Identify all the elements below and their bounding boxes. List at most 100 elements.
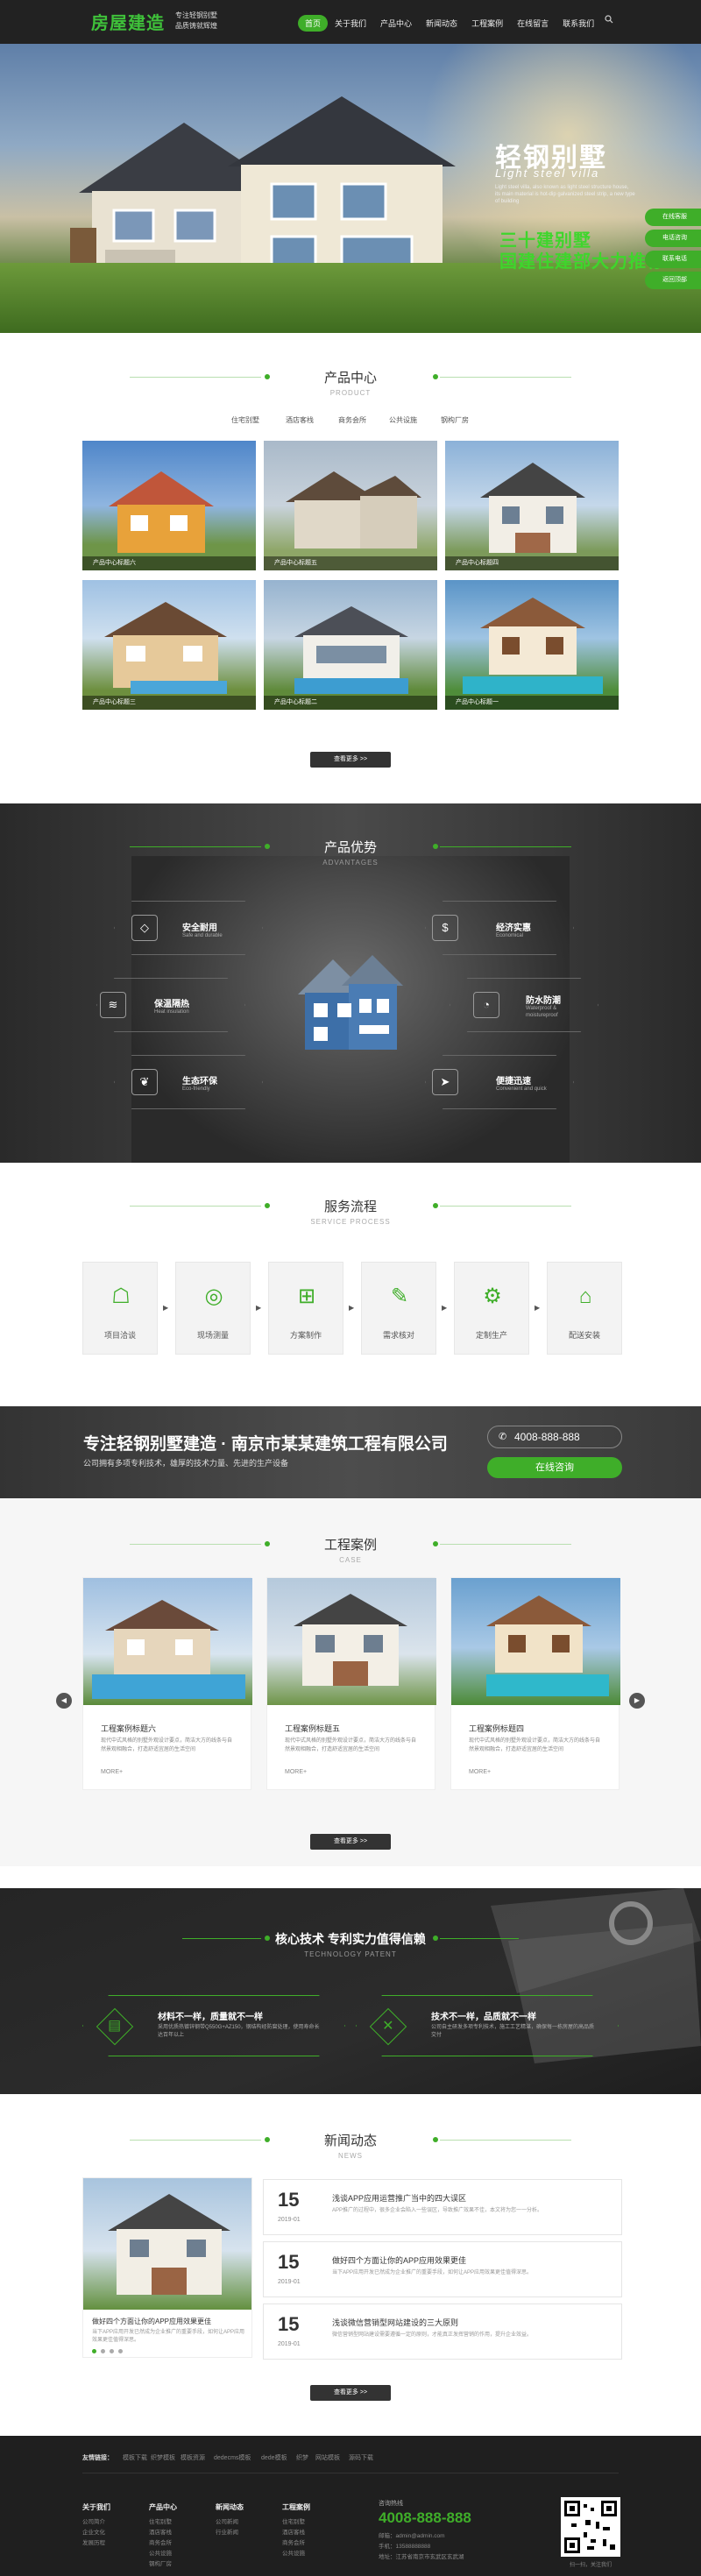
footer-col-title[interactable]: 关于我们 <box>82 2502 110 2512</box>
hero-banner: 轻钢别墅 Light steel villa Light steel villa… <box>0 44 701 333</box>
footer-link[interactable]: 钢构厂房 <box>149 2558 172 2567</box>
case-card[interactable]: 工程案例标题五 现代中式风格的别墅外观设计要点，简洁大方的线条与自然景观相融合，… <box>266 1577 436 1790</box>
footer-link[interactable]: 公司新闻 <box>216 2516 238 2525</box>
friend-link[interactable]: 网站模板 <box>315 2453 340 2462</box>
case-more-link[interactable]: MORE+ <box>101 1769 123 1775</box>
nav-news[interactable]: 新闻动态 <box>419 15 464 32</box>
nav-cases[interactable]: 工程案例 <box>464 15 510 32</box>
patent-title: 技术不一样，品质就不一样 <box>431 2013 536 2022</box>
slide-dot[interactable] <box>92 2349 96 2353</box>
case-card[interactable]: 工程案例标题四 现代中式风格的别墅外观设计要点，简洁大方的线条与自然景观相融合，… <box>450 1577 620 1790</box>
float-service[interactable]: 在线客服 <box>645 209 701 226</box>
hero-lawn <box>0 263 701 333</box>
friend-link[interactable]: 织梦 <box>296 2453 308 2462</box>
product-card[interactable]: 产品中心标题六 <box>82 441 256 570</box>
friend-link[interactable]: dede模板 <box>261 2453 287 2462</box>
product-caption: 产品中心标题二 <box>264 696 437 710</box>
carousel-next-icon[interactable]: ▶ <box>629 1693 645 1709</box>
footer-link[interactable]: 公共设施 <box>282 2548 305 2557</box>
product-card[interactable]: 产品中心标题二 <box>264 580 437 710</box>
float-phone[interactable]: 联系电话 <box>645 251 701 268</box>
slide-dot[interactable] <box>101 2349 105 2353</box>
news-desc: 当下APP应用开发已然成为企业推广的重要手段，如何让APP应用效果更佳值得深思。 <box>332 2270 533 2275</box>
footer-col-title[interactable]: 产品中心 <box>149 2502 177 2512</box>
consult-button[interactable]: 在线咨询 <box>487 1457 622 1478</box>
advantage-sub: Convenient and quick <box>496 1086 547 1092</box>
float-back-top[interactable]: 返回顶部 <box>645 272 701 289</box>
footer-link[interactable]: 行业新闻 <box>216 2527 238 2536</box>
arrow-right-icon: ▶ <box>442 1304 448 1312</box>
featured-news-image <box>83 2178 251 2310</box>
arrow-right-icon: ▶ <box>349 1304 355 1312</box>
advantage-sub: Heat insulation <box>154 1009 189 1015</box>
product-card[interactable]: 产品中心标题四 <box>445 441 619 570</box>
product-image <box>109 471 214 553</box>
friend-link[interactable]: 模板下载 <box>123 2453 147 2462</box>
news-item[interactable]: 15 2019-01 浅谈微信营销型网站建设的三大原则 微信营销型网站建设需要遵… <box>263 2304 622 2360</box>
checklist-icon: ✎ <box>390 1284 409 1308</box>
nav-contact[interactable]: 联系我们 <box>556 15 601 32</box>
footer-col-title[interactable]: 新闻动态 <box>216 2502 244 2512</box>
news-more-button[interactable]: 查看更多 >> <box>310 2385 391 2401</box>
case-more-link[interactable]: MORE+ <box>469 1769 491 1775</box>
case-desc: 现代中式风格的别墅外观设计要点，简洁大方的线条与自然景观相融合，打造舒适宜居的生… <box>101 1738 233 1752</box>
tab-factory[interactable]: 钢构厂房 <box>441 415 469 425</box>
service-step-label: 定制生产 <box>475 1331 507 1340</box>
case-more-link[interactable]: MORE+ <box>285 1769 307 1775</box>
footer-link[interactable]: 商务会所 <box>149 2537 172 2546</box>
logo[interactable]: 房屋建造 <box>91 9 165 34</box>
section-subtitle-patent: TECHNOLOGY PATENT <box>304 1950 397 1958</box>
contact-banner: 专注轻钢别墅建造 · 南京市某某建筑工程有限公司 公司拥有多项专利技术，雄厚的技… <box>0 1406 701 1498</box>
nav-home[interactable]: 首页 <box>298 15 329 32</box>
footer-link[interactable]: 住宅别墅 <box>282 2516 305 2525</box>
search-icon[interactable] <box>605 15 617 27</box>
footer-link[interactable]: 公司简介 <box>82 2516 105 2525</box>
featured-news[interactable]: 做好四个方面让你的APP应用效果更佳 当下APP应用开发已然成为企业推广的重要手… <box>82 2177 252 2358</box>
case-title: 工程案例标题五 <box>285 1724 341 1733</box>
case-card[interactable]: 工程案例标题六 现代中式风格的别墅外观设计要点，简洁大方的线条与自然景观相融合，… <box>82 1577 252 1790</box>
service-step-label: 项目洽谈 <box>103 1331 136 1340</box>
friend-link[interactable]: 源码下载 <box>349 2453 373 2462</box>
service-step: ◎ 现场测量 <box>175 1262 251 1355</box>
news-item[interactable]: 15 2019-01 浅谈APP应用运营推广当中的四大误区 APP推广的过程中，… <box>263 2179 622 2235</box>
friend-link[interactable]: 织梦模板 <box>151 2453 175 2462</box>
tab-club[interactable]: 商务会所 <box>338 415 366 425</box>
tab-hotel[interactable]: 酒店客栈 <box>286 415 314 425</box>
footer-link[interactable]: 公共设施 <box>149 2548 172 2557</box>
advantage-title: 安全耐用 <box>182 924 217 933</box>
paper-plane-icon: ➤ <box>432 1069 458 1095</box>
product-card[interactable]: 产品中心标题一 <box>445 580 619 710</box>
float-phone-consult[interactable]: 电话咨询 <box>645 230 701 247</box>
tab-residential[interactable]: 住宅别墅 <box>231 415 259 425</box>
footer-col-title[interactable]: 工程案例 <box>282 2502 310 2512</box>
advantage-title: 生态环保 <box>182 1077 217 1086</box>
home-icon: ⌂ <box>578 1284 592 1308</box>
map-icon: ⊞ <box>297 1284 316 1308</box>
product-caption: 产品中心标题五 <box>264 556 437 570</box>
hotline-number: 4008-888-888 <box>379 2509 471 2526</box>
nav-products[interactable]: 产品中心 <box>373 15 419 32</box>
footer-link[interactable]: 酒店客栈 <box>149 2527 172 2536</box>
cases-more-button[interactable]: 查看更多 >> <box>310 1834 391 1850</box>
footer-link[interactable]: 发展历程 <box>82 2537 105 2546</box>
footer-link[interactable]: 商务会所 <box>282 2537 305 2546</box>
arrow-right-icon: ▶ <box>535 1304 541 1312</box>
advantage-sub: Economical <box>496 933 524 938</box>
friend-link[interactable]: dedecms模板 <box>214 2453 251 2462</box>
slide-dot[interactable] <box>110 2349 114 2353</box>
nav-about[interactable]: 关于我们 <box>328 15 373 32</box>
tab-public[interactable]: 公共设施 <box>389 415 417 425</box>
product-card[interactable]: 产品中心标题三 <box>82 580 256 710</box>
product-more-button[interactable]: 查看更多 >> <box>310 752 391 768</box>
qr-code <box>561 2497 620 2557</box>
footer-link[interactable]: 企业文化 <box>82 2527 105 2536</box>
product-card[interactable]: 产品中心标题五 <box>264 441 437 570</box>
friend-link[interactable]: 模板资源 <box>181 2453 205 2462</box>
slide-dot[interactable] <box>118 2349 123 2353</box>
logo-tagline: 专注轻钢别墅 品质铸就辉煌 <box>175 11 217 32</box>
carousel-prev-icon[interactable]: ◀ <box>56 1693 72 1709</box>
news-item[interactable]: 15 2019-01 做好四个方面让你的APP应用效果更佳 当下APP应用开发已… <box>263 2241 622 2297</box>
nav-message[interactable]: 在线留言 <box>510 15 556 32</box>
footer-link[interactable]: 住宅别墅 <box>149 2516 172 2525</box>
footer-link[interactable]: 酒店客栈 <box>282 2527 305 2536</box>
